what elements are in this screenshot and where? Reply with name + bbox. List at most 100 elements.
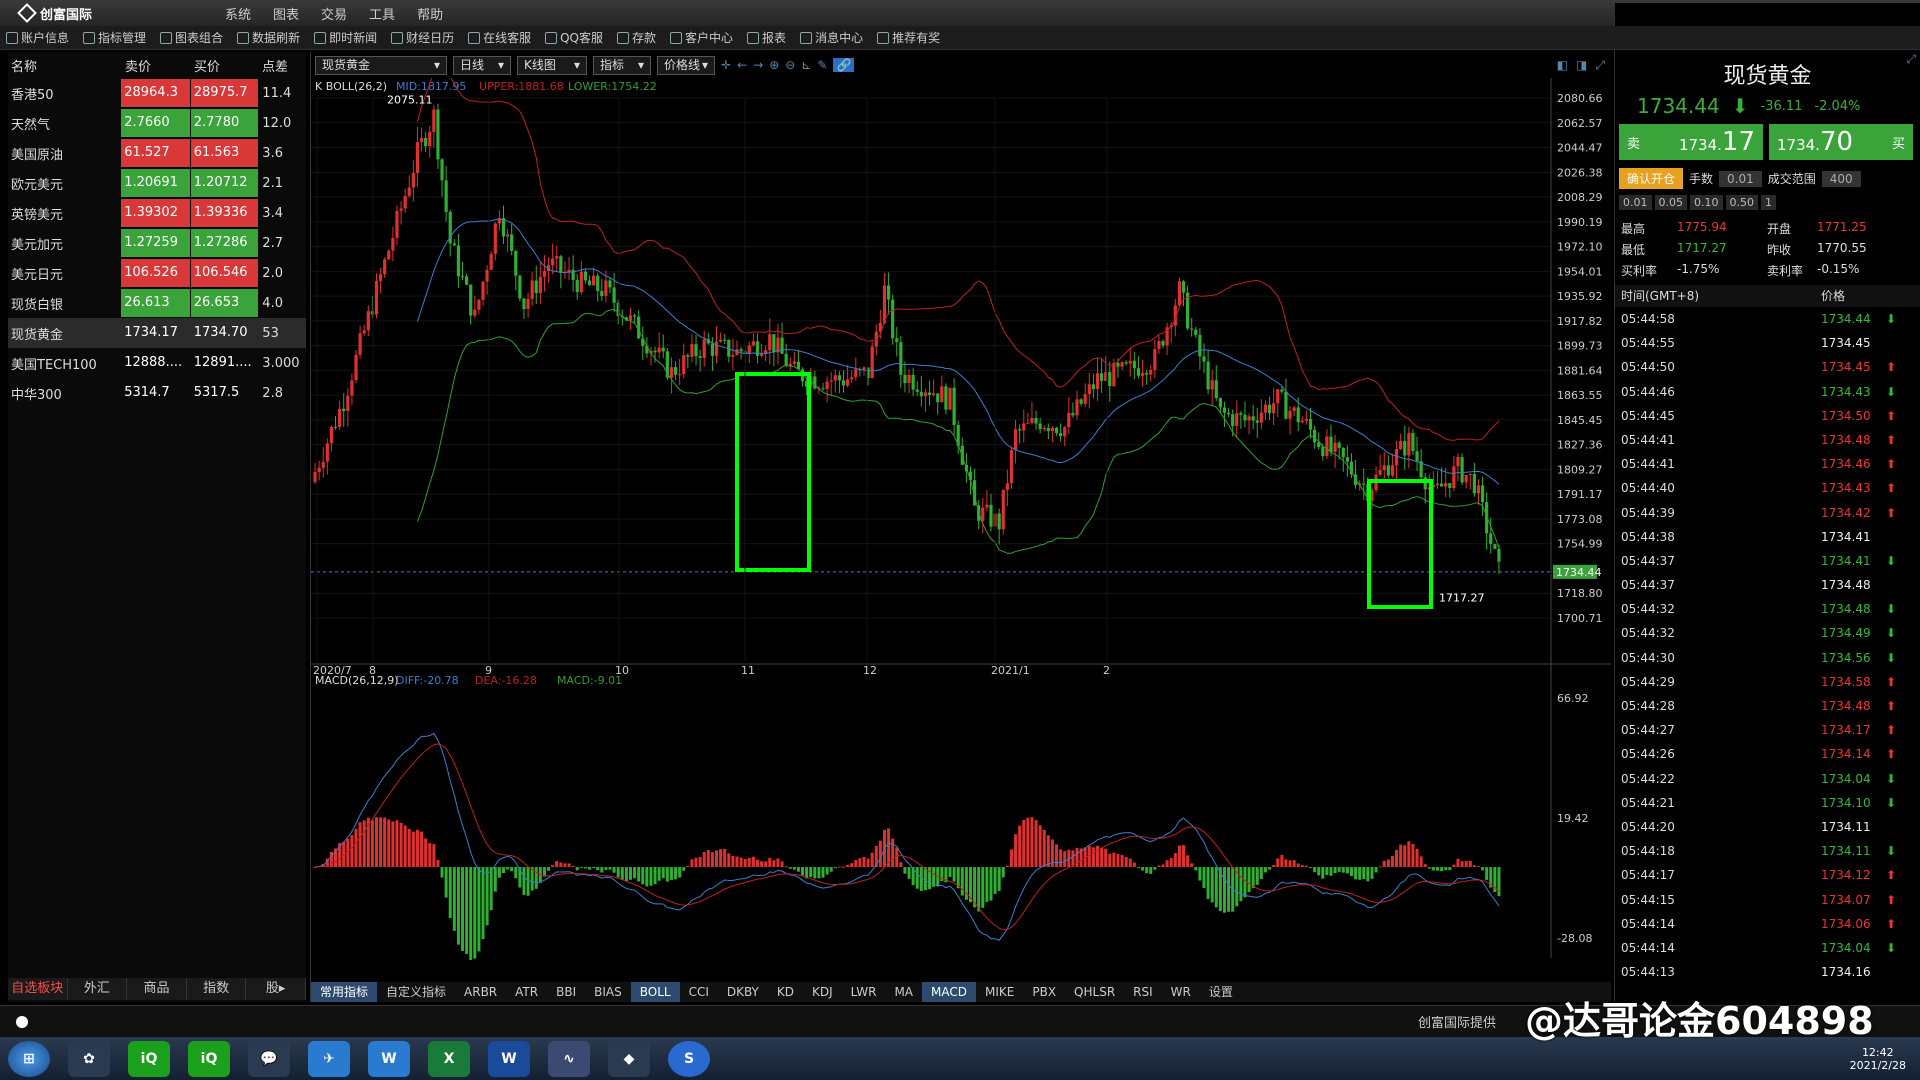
- clock[interactable]: 12:42 2021/2/28: [1850, 1046, 1906, 1072]
- toolbar-item[interactable]: 存款: [617, 29, 656, 46]
- link-icon[interactable]: 🔗: [833, 58, 855, 72]
- chart-type-select[interactable]: K线图 ▾: [517, 55, 587, 75]
- quote-sell[interactable]: 26.613: [121, 289, 190, 317]
- toolbar-item[interactable]: 数据刷新: [237, 29, 300, 46]
- quote-row[interactable]: 香港50 28964.3 28975.7 11.4: [8, 78, 306, 108]
- indicator-tab[interactable]: PBX: [1023, 982, 1065, 1002]
- toolbar-item[interactable]: 报表: [747, 29, 786, 46]
- feishu-icon[interactable]: ✈: [308, 1040, 350, 1077]
- quote-sell[interactable]: 61.527: [121, 139, 190, 167]
- indicator-tab[interactable]: WR: [1162, 982, 1200, 1002]
- fullscreen-icon[interactable]: ⤢: [1595, 58, 1605, 73]
- indicator-tab[interactable]: KD: [768, 982, 803, 1002]
- indicator-tab[interactable]: CCI: [680, 982, 718, 1002]
- confirm-open-button[interactable]: 确认开仓: [1619, 168, 1684, 189]
- indicator-tab[interactable]: RSI: [1124, 982, 1162, 1002]
- layout-left-icon[interactable]: ◧: [1557, 58, 1568, 73]
- menu-item[interactable]: 帮助: [417, 4, 443, 23]
- indicator-tab[interactable]: BOLL: [630, 982, 680, 1002]
- indicator-tab[interactable]: KDJ: [803, 982, 842, 1002]
- quote-buy[interactable]: 1.27286: [190, 229, 259, 257]
- quote-row[interactable]: 美元日元 106.526 106.546 2.0: [8, 258, 306, 288]
- quote-sell[interactable]: 12888....: [121, 349, 190, 377]
- indicator-tab[interactable]: DKBY: [718, 982, 768, 1002]
- quote-row[interactable]: 中华300 5314.7 5317.5 2.8: [8, 378, 306, 408]
- toolbar-item[interactable]: 财经日历: [391, 29, 454, 46]
- quote-buy[interactable]: 26.653: [190, 289, 259, 317]
- quote-buy[interactable]: 2.7780: [190, 109, 259, 137]
- indicator-tab[interactable]: LWR: [842, 982, 886, 1002]
- lot-option[interactable]: 0.01: [1619, 195, 1652, 210]
- quote-tab[interactable]: 外汇: [68, 978, 128, 1000]
- toolbar-item[interactable]: 推荐有奖: [877, 29, 940, 46]
- expand-icon[interactable]: ⤢: [1906, 52, 1916, 67]
- quote-sell[interactable]: 2.7660: [121, 109, 190, 137]
- quote-buy[interactable]: 5317.5: [191, 379, 259, 407]
- chat-icon[interactable]: [16, 1015, 28, 1028]
- lot-option[interactable]: 0.10: [1690, 195, 1723, 210]
- quote-buy[interactable]: 28975.7: [190, 79, 259, 107]
- quote-row[interactable]: 现货白银 26.613 26.653 4.0: [8, 288, 306, 318]
- indicator-tab[interactable]: BBI: [547, 982, 585, 1002]
- quote-buy[interactable]: 61.563: [190, 139, 259, 167]
- quote-tab[interactable]: 自选板块: [8, 978, 68, 1000]
- iqiyi-icon[interactable]: iQ: [128, 1040, 170, 1077]
- toolbar-item[interactable]: 客户中心: [670, 29, 733, 46]
- indicator-tab[interactable]: ARBR: [455, 982, 506, 1002]
- toolbar-item[interactable]: 消息中心: [800, 29, 863, 46]
- quote-row[interactable]: 天然气 2.7660 2.7780 12.0: [8, 108, 306, 138]
- wps-icon[interactable]: W: [368, 1040, 410, 1077]
- quote-sell[interactable]: 1734.17: [121, 319, 190, 347]
- pen-icon[interactable]: ✎: [817, 58, 827, 72]
- sogou-icon[interactable]: S: [668, 1040, 710, 1077]
- quote-row[interactable]: 美国原油 61.527 61.563 3.6: [8, 138, 306, 168]
- crosshair-icon[interactable]: ✛: [721, 58, 731, 72]
- lots-input[interactable]: 0.01: [1719, 170, 1762, 187]
- quote-buy[interactable]: 1734.70: [191, 319, 259, 347]
- toolbar-item[interactable]: 在线客服: [468, 29, 531, 46]
- zoom-out-icon[interactable]: ⊖: [785, 58, 795, 72]
- toolbar-item[interactable]: 即时新闻: [314, 29, 377, 46]
- menu-item[interactable]: 图表: [273, 4, 299, 23]
- arrow-right-icon[interactable]: →: [753, 58, 763, 72]
- quote-buy[interactable]: 106.546: [190, 259, 259, 287]
- quote-row[interactable]: 美国TECH100 12888.... 12891.... 3.000: [8, 348, 306, 378]
- price-line-select[interactable]: 价格线 ▾: [657, 55, 715, 75]
- toolbar-item[interactable]: 图表组合: [160, 29, 223, 46]
- diamond-app-icon[interactable]: ◆: [608, 1040, 650, 1077]
- tick-list[interactable]: 05:44:58 1734.44 ⬇ 05:44:55 1734.45 05:44:50 1…: [1615, 307, 1920, 984]
- quote-row[interactable]: 美元加元 1.27259 1.27286 2.7: [8, 228, 306, 258]
- lot-option[interactable]: 1: [1761, 195, 1776, 210]
- indicator-tab[interactable]: MIKE: [976, 982, 1023, 1002]
- quote-sell[interactable]: 1.39302: [121, 199, 190, 227]
- indicator-tab[interactable]: ATR: [506, 982, 547, 1002]
- quote-sell[interactable]: 28964.3: [121, 79, 190, 107]
- quote-sell[interactable]: 5314.7: [121, 379, 190, 407]
- menu-item[interactable]: 系统: [225, 4, 251, 23]
- trading-app-icon[interactable]: ∿: [548, 1040, 590, 1077]
- range-input[interactable]: 400: [1821, 170, 1861, 187]
- indicator-tab[interactable]: MA: [885, 982, 922, 1002]
- zoom-in-icon[interactable]: ⊕: [769, 58, 779, 72]
- toolbar-item[interactable]: QQ客服: [545, 29, 603, 46]
- buy-button[interactable]: 1734.70 买: [1769, 124, 1913, 160]
- menu-item[interactable]: 交易: [321, 4, 347, 23]
- wechat-icon[interactable]: 💬: [248, 1040, 290, 1077]
- excel-icon[interactable]: X: [428, 1040, 470, 1077]
- symbol-select[interactable]: 现货黄金 ▾: [315, 55, 447, 75]
- quote-row[interactable]: 英镑美元 1.39302 1.39336 3.4: [8, 198, 306, 228]
- word-icon[interactable]: W: [488, 1040, 530, 1077]
- layout-right-icon[interactable]: ◨: [1576, 58, 1587, 73]
- menu-item[interactable]: 工具: [369, 4, 395, 23]
- indicator-tab[interactable]: 常用指标: [311, 982, 378, 1002]
- indicator-tab[interactable]: 自定义指标: [377, 982, 455, 1002]
- indicator-tab[interactable]: MACD: [922, 982, 976, 1002]
- lot-option[interactable]: 0.50: [1725, 195, 1758, 210]
- quote-sell[interactable]: 1.27259: [121, 229, 190, 257]
- quote-buy[interactable]: 12891....: [191, 349, 259, 377]
- quote-tab[interactable]: 商品: [127, 978, 187, 1000]
- quote-sell[interactable]: 1.20691: [121, 169, 190, 197]
- kline-chart[interactable]: 2080.66 2062.57 2044.47 2026.38 2008.29 1990.…: [311, 78, 1611, 982]
- quote-row[interactable]: 欧元美元 1.20691 1.20712 2.1: [8, 168, 306, 198]
- indicator-tab[interactable]: 设置: [1200, 982, 1242, 1002]
